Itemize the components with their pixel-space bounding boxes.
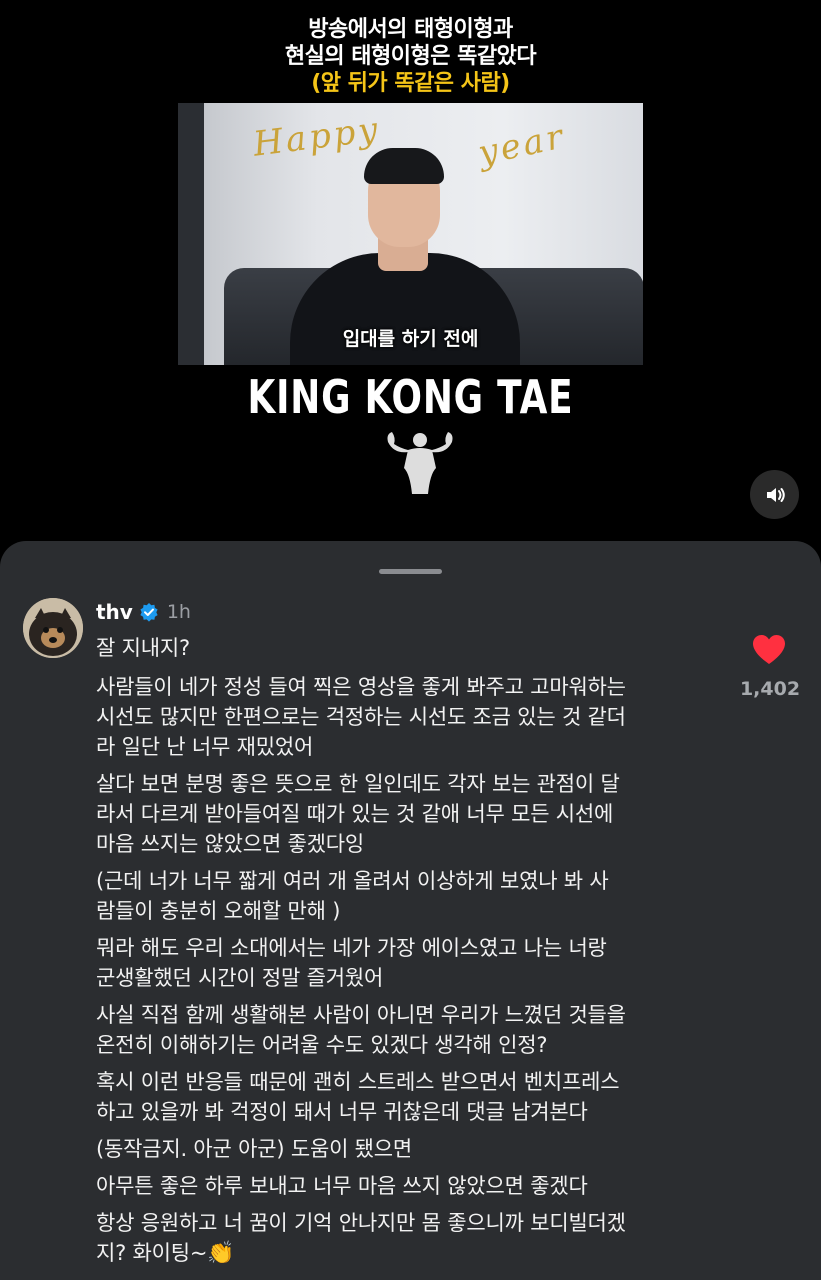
comment-line: 사람들이 네가 정성 들여 찍은 영상을 좋게 봐주고 고마워하는 xyxy=(96,675,626,699)
comment-header: thv 1h xyxy=(96,599,191,625)
person-hair xyxy=(364,148,444,184)
comment-username[interactable]: thv xyxy=(96,600,133,624)
comment-line: 사실 직접 함께 생활해본 사람이 아니면 우리가 느꼈던 것들을 xyxy=(96,1003,626,1027)
comment-text: 잘 지내지? 사람들이 네가 정성 들여 찍은 영상을 좋게 봐주고 고마워하는… xyxy=(96,633,736,1269)
like-count: 1,402 xyxy=(739,678,801,700)
comment-line: 뭐라 해도 우리 소대에서는 네가 가장 에이스였고 나는 너랑 xyxy=(96,936,607,960)
comment-line: (동작금지. 아군 아군) 도움이 됐으면 xyxy=(96,1137,413,1161)
comment-line: 하고 있을까 봐 걱정이 돼서 너무 귀찮은데 댓글 남겨본다 xyxy=(96,1100,588,1124)
dog-avatar-image xyxy=(23,598,83,658)
video-subtitle: 입대를 하기 전에 xyxy=(342,328,479,350)
comment-line: 마음 쓰지는 않았으면 좋겠다잉 xyxy=(96,832,364,856)
comment-timestamp: 1h xyxy=(166,601,191,623)
comment-line: 잘 지내지? xyxy=(96,636,190,660)
video-player[interactable]: 방송에서의 태형이형과 현실의 태형이형은 똑같았다 (앞 뒤가 똑같은 사람)… xyxy=(0,0,821,545)
comment-line: 온전히 이해하기는 어려울 수도 있겠다 생각해 인정? xyxy=(96,1033,548,1057)
speaker-icon xyxy=(766,487,785,502)
comment-line: 라서 다르게 받아들여질 때가 있는 것 같애 너무 모든 시선에 xyxy=(96,802,614,826)
verified-badge-icon xyxy=(140,603,158,622)
mute-toggle-button[interactable] xyxy=(750,470,799,519)
comment-line: 아무튼 좋은 하루 보내고 너무 마음 쓰지 않았으면 좋겠다 xyxy=(96,1174,588,1198)
channel-logo-text: KING KONG TAE xyxy=(247,370,574,424)
heart-icon[interactable] xyxy=(752,634,786,666)
comment-line-text: 지? 화이팅~ xyxy=(96,1241,208,1265)
comment-line: 살다 보면 분명 좋은 뜻으로 한 일인데도 각자 보는 관점이 달 xyxy=(96,772,620,796)
avatar[interactable] xyxy=(23,598,83,658)
comment-line: 람들이 충분히 오해할 만해 ) xyxy=(96,899,341,923)
comment-line: 군생활했던 시간이 정말 즐거웠어 xyxy=(96,966,384,990)
comment-line: (근데 너가 너무 짧게 여러 개 올려서 이상하게 보였나 봐 사 xyxy=(96,869,609,893)
video-frame: Happy year 입대를 하기 전에 xyxy=(178,103,643,365)
comment-line: 시선도 많지만 한편으로는 걱정하는 시선도 조금 있는 것 같더 xyxy=(96,705,626,729)
comment-line: 혹시 이런 반응들 때문에 괜히 스트레스 받으면서 벤치프레스 xyxy=(96,1070,620,1094)
sheet-drag-handle[interactable] xyxy=(379,569,442,574)
video-headline-line2: 현실의 태형이형은 똑같았다 xyxy=(284,44,537,69)
comment-line: 항상 응원하고 너 꿈이 기억 안나지만 몸 좋으니까 보디빌더겠 xyxy=(96,1211,626,1235)
comment-line: 라 일단 난 너무 재밌었어 xyxy=(96,735,314,759)
comment-line-last: 지? 화이팅~👏 xyxy=(96,1238,736,1269)
bodybuilder-silhouette-icon xyxy=(387,432,453,494)
video-headline-line1: 방송에서의 태형이형과 xyxy=(308,17,513,42)
clapping-hands-emoji: 👏 xyxy=(207,1241,235,1266)
comments-sheet: thv 1h 잘 지내지? 사람들이 네가 정성 들여 찍은 영상을 좋게 봐주… xyxy=(0,541,821,1280)
video-headline-line3: (앞 뒤가 똑같은 사람) xyxy=(311,71,510,96)
